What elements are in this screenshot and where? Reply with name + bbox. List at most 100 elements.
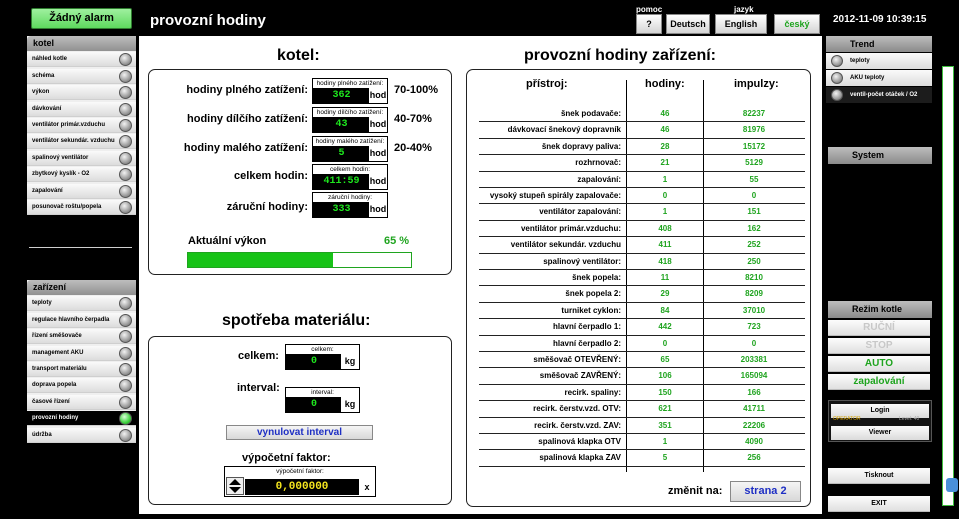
device-pulses: 165094 [740,371,768,381]
menu-item-management-aku[interactable]: management AKU [27,345,136,361]
device-name: recirk. čerstv.vzd. ZAV: [534,420,621,430]
interval-consumption-value: 0 [286,397,342,412]
menu-item-spalinovy-ventilator[interactable]: spalinový ventilátor [27,150,136,166]
device-hours: 84 [660,305,670,315]
menu-item-rizeni-smesovace[interactable]: řízení směšovače [27,329,136,345]
reset-interval-button[interactable]: vynulovat interval [226,425,373,440]
exit-button[interactable]: EXIT [828,496,930,512]
table-row: recirk. čerstv.vzd. OTV: 621 41711 [479,401,805,418]
viewer-button[interactable]: Viewer [831,426,929,440]
menu-item-ventilator-primar[interactable]: ventilátor primár.vzduchu [27,117,136,133]
mode-auto-button[interactable]: AUTO [828,356,930,372]
unit-label: kg [341,397,359,412]
menu-item-vykon[interactable]: výkon [27,85,136,101]
mode-ignition-button[interactable]: zapalování [828,374,930,390]
mode-manual-button[interactable]: RUČNÍ [828,320,930,336]
status-led-icon [119,86,132,100]
table-row: turniket cyklon: 84 37010 [479,303,805,320]
menu-item-transport-materialu[interactable]: transport materiálu [27,361,136,377]
device-hours: 28 [660,141,670,151]
system-button[interactable]: System [828,147,932,164]
device-hours: 21 [660,158,670,168]
menu-item-davkovani[interactable]: dávkování [27,101,136,117]
trend-item-ventil-o2[interactable]: ventil-počet otáček / O2 [826,87,932,103]
device-pulses: 15172 [742,141,766,151]
menu-item-udrzba[interactable]: údržba [27,427,136,443]
menu-zarizeni-title: zařízení [27,280,136,295]
device-name: šnek popela 2: [565,289,621,299]
lang-english-button[interactable]: English [715,14,767,34]
table-row: šnek podavače: 46 82237 [479,106,805,123]
language-label: jazyk [734,5,754,14]
status-led-icon [119,297,132,311]
status-led-icon [119,118,132,132]
display-caption: interval: [311,389,334,396]
lang-czech-button[interactable]: český [774,14,820,34]
page-2-button[interactable]: strana 2 [730,481,801,502]
menu-item-label: ventilátor primár.vzduchu [32,121,106,128]
menu-item-provozni-hodiny[interactable]: provozní hodiny [27,411,136,427]
menu-item-regulace-cerpadla[interactable]: regulace hlavního čerpadla [27,312,136,328]
status-led-icon [119,346,132,360]
menu-item-ventilator-sekundar[interactable]: ventilátor sekundár. vzduchu [27,134,136,150]
calc-factor-value: 0,000000 [245,479,359,495]
device-name: spalinová klapka OTV [538,437,621,446]
device-hours: 65 [660,355,670,364]
partial-load-display: hodiny dílčího zatížení: 43 hod [312,107,388,133]
menu-item-casove-rizeni[interactable]: časové řízení [27,394,136,410]
factor-stepper[interactable] [226,477,244,495]
device-name: ventilátor primár.vzduchu: [520,223,621,233]
device-pulses: 250 [747,256,761,266]
menu-item-label: provozní hodiny [32,415,79,422]
menu-item-doprava-popela[interactable]: doprava popela [27,378,136,394]
device-hours: 418 [658,256,672,266]
table-row: rozhrnovač: 21 5129 [479,155,805,172]
device-pulses: 252 [747,240,761,250]
warranty-hours-display: záruční hodiny: 333 hod [312,192,388,218]
menu-item-schema[interactable]: schéma [27,68,136,84]
menu-item-posunovac[interactable]: posunovač roštu/popela [27,199,136,215]
status-led-icon [119,330,132,344]
table-row: ventilátor zapalování: 1 151 [479,204,805,221]
operator-label: OPERATOR [833,416,861,422]
device-pulses: 22206 [742,420,766,430]
device-name: spalinový ventilátor: [543,256,621,266]
warranty-hours-value: 333 [313,202,370,217]
factor-unit: x [364,482,370,492]
menu-item-nahled-kotle[interactable]: náhled kotle [27,52,136,68]
alarm-status-button[interactable]: Žádný alarm [31,8,132,29]
full-load-display: hodiny plného zatížení: 362 hod [312,78,388,104]
trend-item-teploty[interactable]: teploty [826,53,932,69]
device-pulses: 82237 [742,109,766,118]
table-row: šnek popela 2: 29 8209 [479,286,805,303]
device-name: vysoký stupeň spirály zapalovače: [489,191,621,200]
status-led-icon [119,168,132,182]
unit-label: kg [341,354,359,369]
mode-title: Režim kotle [828,301,932,318]
device-pulses: 723 [747,322,761,332]
full-load-label: hodiny plného zatížení: [186,84,308,96]
print-button[interactable]: Tisknout [828,468,930,484]
mode-stop-button[interactable]: STOP [828,338,930,354]
unit-label: hod [369,146,387,161]
menu-item-label: zapalování [32,187,63,194]
menu-kotel: kotel náhled kotle schéma výkon dávkován… [27,36,136,215]
menu-item-teploty[interactable]: teploty [27,296,136,312]
device-hours: 29 [660,289,670,299]
trend-item-label: teploty [850,58,870,64]
status-led-icon [119,102,132,116]
menu-item-zbytkovy-kyslik[interactable]: zbytkový kyslík - O2 [27,167,136,183]
trend-item-aku-teploty[interactable]: AKU teploty [826,70,932,86]
status-led-icon [119,379,132,393]
interval-consumption-display: interval: 0 kg [285,387,360,413]
table-row: recirk. spaliny: 150 166 [479,385,805,402]
side-tool-icon[interactable] [946,478,958,492]
device-name: ventilátor sekundár. vzduchu [510,240,621,250]
col-pulses-header: impulzy: [734,78,779,90]
kotel-title: kotel: [277,47,320,64]
lang-deutsch-button[interactable]: Deutsch [666,14,710,34]
current-power-label: Aktuální výkon [188,235,267,247]
table-row: šnek dopravy paliva: 28 15172 [479,139,805,156]
help-button[interactable]: ? [636,14,662,34]
menu-item-zapalovani[interactable]: zapalování [27,183,136,199]
